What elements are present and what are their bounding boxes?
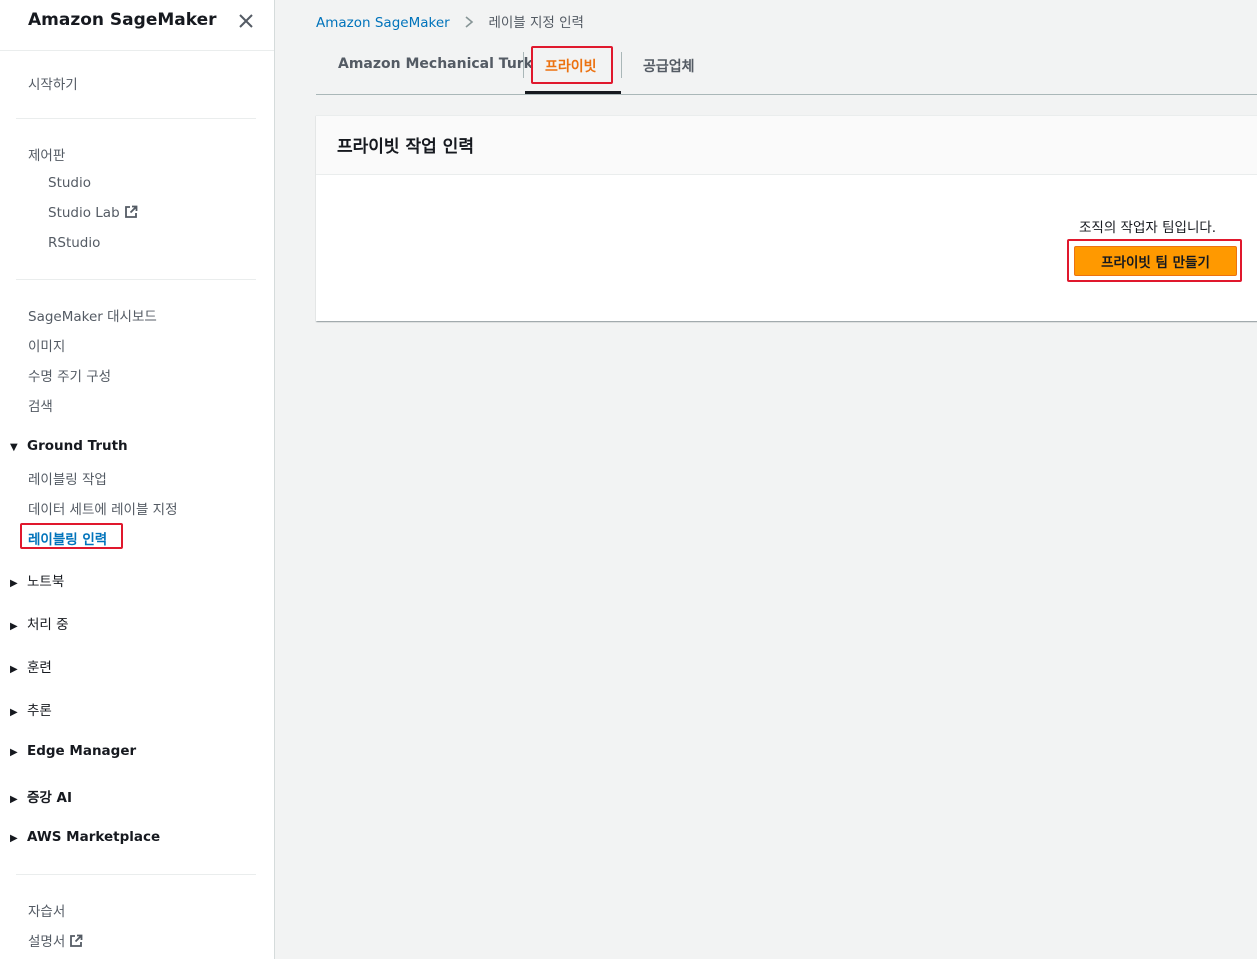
caret-right-icon: ▶: [10, 621, 18, 632]
sidebar: Amazon SageMaker 시작하기 제어판 Studio Studio …: [0, 0, 275, 959]
highlight-box: [1067, 239, 1242, 282]
sidebar-divider: [16, 874, 256, 875]
sidebar-item-getting-started[interactable]: 시작하기: [28, 73, 78, 93]
panel-title: 프라이빗 작업 인력: [337, 137, 474, 157]
panel-description: 조직의 작업자 팀입니다.: [1079, 220, 1217, 236]
sidebar-item-images[interactable]: 이미지: [28, 335, 65, 355]
chevron-right-icon: [464, 15, 478, 31]
close-icon[interactable]: [236, 11, 256, 31]
sidebar-item-rstudio[interactable]: RStudio: [48, 235, 100, 251]
caret-right-icon: ▶: [10, 578, 18, 589]
sidebar-section-label: AWS Marketplace: [27, 829, 161, 845]
sidebar-item-lifecycle-config[interactable]: 수명 주기 구성: [28, 365, 111, 385]
sidebar-section-augmented-ai[interactable]: ▶ 증강 AI: [10, 786, 72, 806]
private-workforce-panel: 프라이빗 작업 인력 조직의 작업자 팀입니다. 프라이빗 팀 만들기: [316, 115, 1257, 321]
sidebar-item-label: Studio Lab: [48, 205, 120, 221]
caret-right-icon: ▶: [10, 833, 18, 844]
sidebar-item-label: 설명서: [28, 934, 66, 950]
sidebar-section-label: 증강 AI: [27, 790, 73, 806]
sidebar-item-studio[interactable]: Studio: [48, 175, 91, 191]
external-link-icon: [124, 205, 138, 223]
caret-down-icon: ▼: [10, 442, 18, 453]
sidebar-section-label: 처리 중: [27, 617, 69, 633]
highlight-box: [20, 523, 123, 549]
sidebar-item-studio-lab[interactable]: Studio Lab: [48, 205, 138, 223]
sidebar-header: Amazon SageMaker: [0, 0, 274, 51]
sidebar-divider: [16, 118, 256, 119]
breadcrumb-root-link[interactable]: Amazon SageMaker: [316, 15, 450, 31]
sidebar-item-labeling-jobs[interactable]: 레이블링 작업: [28, 468, 107, 488]
sidebar-section-label: Edge Manager: [27, 743, 137, 759]
sidebar-section-label: 노트북: [27, 574, 65, 590]
sidebar-item-documentation[interactable]: 설명서: [28, 930, 83, 952]
sidebar-section-inference[interactable]: ▶ 추론: [10, 699, 52, 719]
sidebar-section-label: 추론: [27, 703, 52, 719]
tab-bar: Amazon Mechanical Turk 프라이빗 공급업체: [316, 44, 1257, 95]
active-tab-indicator: [525, 91, 621, 94]
highlight-box: [531, 46, 613, 84]
caret-right-icon: ▶: [10, 707, 18, 718]
sidebar-section-training[interactable]: ▶ 훈련: [10, 656, 52, 676]
sidebar-item-tutorials[interactable]: 자습서: [28, 900, 65, 920]
sidebar-section-label: Ground Truth: [27, 438, 128, 454]
external-link-icon: [69, 934, 83, 952]
breadcrumb-current: 레이블 지정 인력: [488, 15, 584, 31]
sidebar-item-control-panel[interactable]: 제어판: [28, 144, 65, 164]
sidebar-section-label: 훈련: [27, 660, 52, 676]
sidebar-item-dashboard[interactable]: SageMaker 대시보드: [28, 305, 157, 325]
tab-separator: [523, 52, 524, 78]
sidebar-title[interactable]: Amazon SageMaker: [28, 10, 217, 30]
tab-mechanical-turk[interactable]: Amazon Mechanical Turk: [338, 56, 533, 72]
sidebar-section-processing[interactable]: ▶ 처리 중: [10, 613, 69, 633]
caret-right-icon: ▶: [10, 747, 18, 758]
panel-header: 프라이빗 작업 인력: [316, 116, 1257, 175]
tab-separator: [621, 52, 622, 78]
sidebar-section-notebook[interactable]: ▶ 노트북: [10, 570, 64, 590]
sidebar-section-ground-truth[interactable]: ▼ Ground Truth: [10, 438, 128, 454]
caret-right-icon: ▶: [10, 664, 18, 675]
sidebar-divider: [16, 279, 256, 280]
caret-right-icon: ▶: [10, 794, 18, 805]
sidebar-section-edge-manager[interactable]: ▶ Edge Manager: [10, 743, 136, 759]
tab-vendor[interactable]: 공급업체: [643, 56, 695, 76]
sidebar-item-search[interactable]: 검색: [28, 395, 53, 415]
sidebar-section-aws-marketplace[interactable]: ▶ AWS Marketplace: [10, 829, 160, 845]
sidebar-item-label-datasets[interactable]: 데이터 세트에 레이블 지정: [28, 498, 178, 518]
breadcrumb: Amazon SageMaker 레이블 지정 인력: [316, 11, 584, 31]
